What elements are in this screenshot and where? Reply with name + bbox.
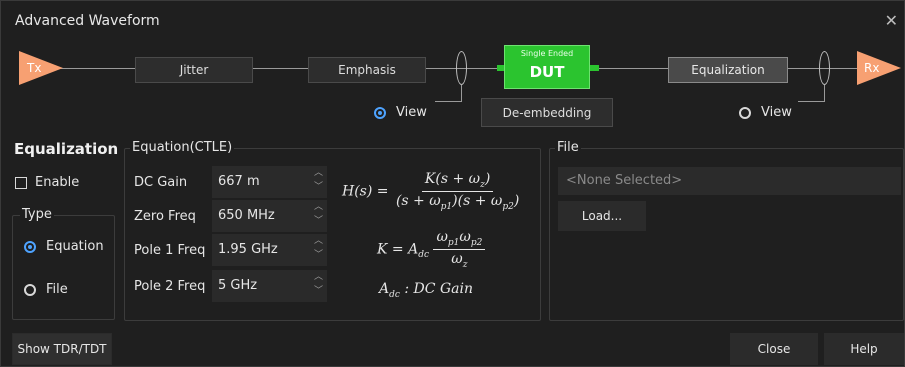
file-path-field[interactable]: <None Selected> (558, 167, 901, 195)
probe-left-connector (461, 85, 462, 101)
view-right-radio[interactable]: View (739, 105, 792, 120)
radio-selected-icon (24, 240, 36, 253)
advanced-waveform-dialog: Advanced Waveform ✕ Tx Rx Jitter Emphasi… (0, 0, 905, 367)
tx-label: Tx (27, 61, 42, 75)
title-bar: Advanced Waveform ✕ (1, 1, 904, 41)
rx-label: Rx (864, 61, 880, 75)
pole2-freq-spinbox[interactable]: 5 GHz ︿ ﹀ (212, 270, 327, 302)
type-file-radio[interactable]: File (24, 282, 68, 297)
close-button[interactable]: Close (730, 333, 818, 365)
type-equation-label: Equation (46, 239, 104, 254)
dc-gain-value: 667 m (218, 174, 260, 189)
probe-left-connector-h (435, 101, 462, 102)
probe-left-icon (456, 51, 467, 85)
spin-down-icon[interactable]: ﹀ (314, 217, 323, 226)
probe-right-connector (824, 85, 825, 101)
spin-up-icon[interactable]: ︿ (314, 169, 323, 178)
file-group-label: File (555, 140, 581, 155)
type-equation-radio[interactable]: Equation (24, 239, 104, 254)
zero-freq-value: 650 MHz (218, 208, 275, 223)
pole1-freq-spinbox[interactable]: 1.95 GHz ︿ ﹀ (212, 234, 327, 266)
enable-label: Enable (35, 175, 80, 190)
spin-down-icon[interactable]: ﹀ (314, 287, 323, 296)
emphasis-block[interactable]: Emphasis (308, 57, 426, 83)
radio-unselected-icon (739, 106, 751, 119)
dialog-title: Advanced Waveform (15, 13, 160, 29)
spin-down-icon[interactable]: ﹀ (314, 251, 323, 260)
pole1-freq-value: 1.95 GHz (218, 242, 278, 257)
transfer-function-formula: H(s) = K(s + ωz) (s + ωp1)(s + ωp2) (342, 171, 520, 212)
help-button[interactable]: Help (824, 333, 904, 365)
pole2-freq-label: Pole 2 Freq (134, 279, 206, 294)
close-icon[interactable]: ✕ (885, 11, 898, 30)
equalization-block[interactable]: Equalization (668, 57, 788, 83)
pole2-freq-value: 5 GHz (218, 278, 258, 293)
type-group (12, 215, 115, 320)
load-button[interactable]: Load... (558, 201, 646, 231)
enable-checkbox[interactable]: Enable (15, 175, 79, 190)
spin-up-icon[interactable]: ︿ (314, 237, 323, 246)
spin-up-icon[interactable]: ︿ (314, 273, 323, 282)
spin-down-icon[interactable]: ﹀ (314, 183, 323, 192)
ctle-group-label: Equation(CTLE) (130, 140, 235, 155)
probe-right-connector-h (798, 101, 825, 102)
probe-right-icon (819, 51, 830, 85)
type-group-label: Type (20, 207, 54, 222)
pole1-freq-label: Pole 1 Freq (134, 243, 206, 258)
dut-block[interactable]: Single Ended DUT (504, 45, 590, 89)
dc-gain-definition: Adc : DC Gain (379, 281, 473, 300)
dc-gain-spinbox[interactable]: 667 m ︿ ﹀ (212, 166, 327, 198)
dc-gain-label: DC Gain (134, 175, 188, 190)
dut-mode-label: Single Ended (520, 49, 574, 58)
radio-unselected-icon (24, 283, 36, 296)
type-file-label: File (46, 282, 68, 297)
spin-up-icon[interactable]: ︿ (314, 203, 323, 212)
show-tdr-tdt-button[interactable]: Show TDR/TDT (12, 333, 112, 365)
radio-selected-icon (374, 106, 386, 119)
view-left-radio[interactable]: View (374, 105, 427, 120)
zero-freq-spinbox[interactable]: 650 MHz ︿ ﹀ (212, 200, 327, 232)
signal-flow-diagram: Tx Rx Jitter Emphasis Single Ended DUT D… (1, 39, 904, 129)
dut-label: DUT (529, 63, 565, 81)
equalization-heading: Equalization (14, 140, 119, 158)
deembedding-block[interactable]: De-embedding (481, 98, 613, 127)
view-left-label: View (396, 105, 427, 120)
dut-right-stub (590, 65, 599, 71)
gain-formula: K = Adc ωp1ωp2 ωz (377, 229, 486, 270)
view-right-label: View (761, 105, 792, 120)
flow-line-left (56, 68, 506, 69)
checkbox-icon (15, 176, 27, 189)
jitter-block[interactable]: Jitter (135, 57, 253, 83)
zero-freq-label: Zero Freq (134, 209, 196, 224)
